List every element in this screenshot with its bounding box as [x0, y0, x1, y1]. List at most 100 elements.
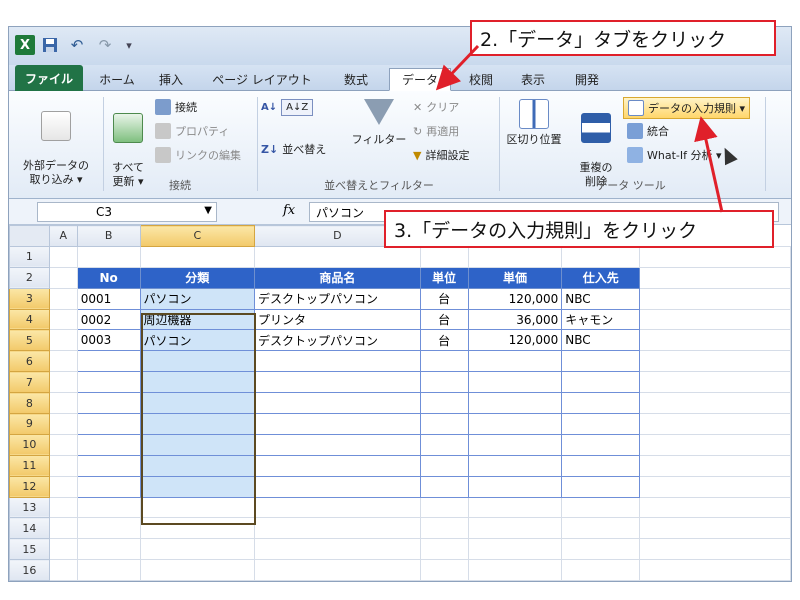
tab-review[interactable]: 校閲 [459, 68, 503, 91]
what-if-button[interactable]: What-If 分析 ▾ [627, 147, 722, 163]
cell[interactable] [48, 538, 78, 561]
connections-button[interactable]: 接続 [155, 99, 197, 115]
cell[interactable] [48, 266, 78, 289]
cell[interactable] [48, 454, 78, 477]
cell[interactable] [467, 245, 563, 268]
cell[interactable] [76, 496, 141, 519]
row-header-3[interactable]: 3 [9, 287, 50, 310]
table-cell[interactable]: デスクトップパソコン [254, 329, 421, 352]
cell[interactable] [639, 433, 791, 456]
cell[interactable] [139, 559, 256, 581]
cell[interactable] [639, 350, 791, 373]
column-header-b[interactable]: B [76, 225, 141, 247]
row-header-9[interactable]: 9 [9, 413, 50, 435]
row-header-2[interactable]: 2 [9, 266, 50, 289]
tab-insert[interactable]: 挿入 [149, 68, 193, 91]
cell[interactable] [76, 517, 141, 540]
refresh-all-button[interactable]: すべて 更新 ▾ [105, 99, 151, 189]
quick-access-dropdown-icon[interactable]: ▾ [121, 35, 137, 55]
row-header-15[interactable]: 15 [9, 538, 50, 561]
cell[interactable] [639, 413, 791, 435]
tab-view[interactable]: 表示 [509, 68, 557, 91]
table-cell[interactable]: 0002 [76, 308, 141, 331]
cell[interactable] [139, 350, 256, 373]
cell[interactable] [76, 475, 141, 498]
cell[interactable] [419, 538, 469, 561]
cell[interactable] [48, 308, 78, 331]
cell[interactable] [561, 245, 641, 268]
remove-duplicates-button[interactable]: 重複の 削除 [571, 99, 621, 189]
table-cell[interactable]: プリンタ [254, 308, 421, 331]
row-header-13[interactable]: 13 [9, 496, 50, 519]
cell[interactable] [254, 392, 421, 415]
cell[interactable] [419, 559, 469, 581]
cell[interactable] [254, 496, 421, 519]
table-cell[interactable]: キャモン [561, 308, 641, 331]
cell[interactable] [254, 559, 421, 581]
cell[interactable] [561, 538, 641, 561]
cell[interactable] [48, 517, 78, 540]
cell[interactable] [76, 433, 141, 456]
table-header-cell[interactable]: 単価 [467, 266, 563, 289]
cell[interactable] [639, 475, 791, 498]
cell[interactable] [48, 475, 78, 498]
save-icon[interactable] [41, 35, 59, 55]
cell[interactable] [76, 559, 141, 581]
cell[interactable] [139, 496, 256, 519]
redo-icon[interactable]: ↷ [93, 35, 117, 55]
cell[interactable] [419, 350, 469, 373]
filter-button[interactable]: フィルター [347, 99, 411, 147]
cell[interactable] [561, 559, 641, 581]
tab-data[interactable]: データ [389, 68, 451, 91]
cell[interactable] [48, 245, 78, 268]
cell[interactable] [561, 454, 641, 477]
insert-function-icon[interactable]: fx [283, 203, 295, 218]
clear-button[interactable]: ✕ クリア [413, 99, 459, 115]
cell[interactable] [561, 496, 641, 519]
cell[interactable] [419, 433, 469, 456]
cell[interactable] [419, 454, 469, 477]
cell[interactable] [467, 433, 563, 456]
cell[interactable] [561, 392, 641, 415]
cell[interactable] [561, 475, 641, 498]
cell[interactable] [639, 496, 791, 519]
tab-formulas[interactable]: 数式 [331, 68, 381, 91]
table-cell[interactable]: 台 [419, 287, 469, 310]
cell[interactable] [419, 371, 469, 394]
cell[interactable] [139, 371, 256, 394]
select-all-corner[interactable] [9, 225, 50, 247]
table-cell[interactable]: 36,000 [467, 308, 563, 331]
cell[interactable] [254, 245, 421, 268]
tab-home[interactable]: ホーム [89, 68, 145, 91]
cell[interactable] [48, 433, 78, 456]
cell[interactable] [48, 371, 78, 394]
cell[interactable] [561, 371, 641, 394]
external-data-button[interactable]: 外部データの 取り込み ▾ [13, 97, 99, 187]
cell[interactable] [561, 350, 641, 373]
cell[interactable] [639, 392, 791, 415]
cell[interactable] [561, 517, 641, 540]
text-to-columns-button[interactable]: 区切り位置 [501, 99, 567, 147]
row-header-1[interactable]: 1 [9, 245, 50, 268]
table-cell[interactable]: 120,000 [467, 287, 563, 310]
cell[interactable] [254, 350, 421, 373]
cell[interactable] [139, 454, 256, 477]
cell[interactable] [139, 245, 256, 268]
tab-developer[interactable]: 開発 [563, 68, 611, 91]
row-header-11[interactable]: 11 [9, 454, 50, 477]
table-header-cell[interactable]: 仕入先 [561, 266, 641, 289]
cell[interactable] [639, 538, 791, 561]
cell[interactable] [76, 454, 141, 477]
row-header-10[interactable]: 10 [9, 433, 50, 456]
cell[interactable] [639, 308, 791, 331]
table-cell[interactable]: 0003 [76, 329, 141, 352]
table-cell[interactable]: NBC [561, 287, 641, 310]
cell[interactable] [139, 413, 256, 435]
cell[interactable] [76, 413, 141, 435]
cell[interactable] [561, 433, 641, 456]
cell[interactable] [76, 371, 141, 394]
cell[interactable] [76, 392, 141, 415]
cell[interactable] [48, 496, 78, 519]
table-cell[interactable]: 台 [419, 329, 469, 352]
advanced-button[interactable]: ▼ 詳細設定 [413, 147, 469, 163]
